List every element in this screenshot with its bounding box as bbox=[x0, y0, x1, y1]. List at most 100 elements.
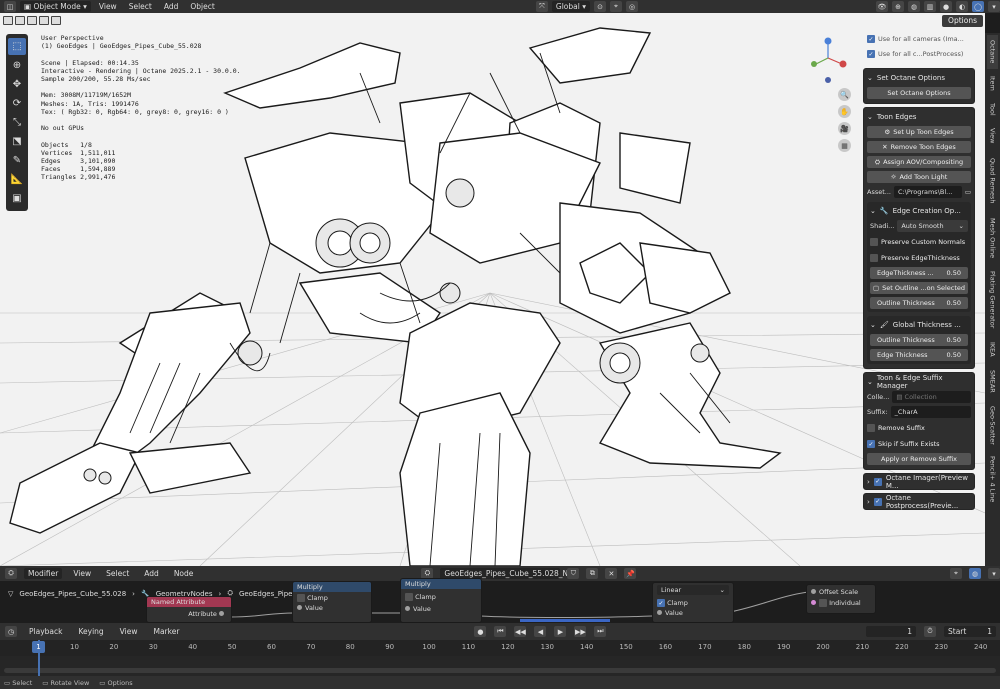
set-octane-options-button[interactable]: Set Octane Options bbox=[867, 87, 971, 99]
tab-octane[interactable]: Octane bbox=[987, 35, 998, 69]
outline-thickness-field[interactable]: Outline Thickness 0.50 bbox=[870, 297, 968, 309]
checkbox-icon[interactable] bbox=[870, 238, 878, 246]
node-editor-type-icon[interactable]: ⛭ bbox=[5, 568, 17, 579]
add-cube-tool-icon[interactable]: ▣ bbox=[8, 190, 26, 207]
annotate-tool-icon[interactable]: ✎ bbox=[8, 152, 26, 169]
tab-pencil-line[interactable]: Pencil+ 4 Line bbox=[987, 451, 998, 507]
use-all-postprocess-check[interactable]: ✓ Use for all c...PostProcess) bbox=[867, 48, 975, 60]
timeline-view-menu[interactable]: View bbox=[116, 626, 142, 637]
menu-view[interactable]: View bbox=[95, 1, 121, 12]
menu-add[interactable]: Add bbox=[160, 1, 183, 12]
node-menu-add[interactable]: Add bbox=[140, 568, 163, 579]
measure-tool-icon[interactable]: 📐 bbox=[8, 171, 26, 188]
suffix-field[interactable]: _CharA bbox=[890, 406, 971, 418]
skip-if-exists-check[interactable]: ✓ Skip if Suffix Exists bbox=[867, 438, 971, 450]
select-invert-icon[interactable] bbox=[39, 15, 49, 25]
select-intersect-icon[interactable] bbox=[51, 15, 61, 25]
checkbox-icon[interactable] bbox=[867, 424, 875, 432]
multiply-node-2[interactable]: Multiply Clamp Value bbox=[400, 578, 482, 623]
snap-node-icon[interactable]: ⌖ bbox=[950, 568, 962, 579]
shading-options-icon[interactable]: ▾ bbox=[988, 1, 1000, 12]
timeline-ruler[interactable]: 10 20 30 40 50 60 70 80 90 100 110 120 130 140 150 160 1… bbox=[0, 640, 1000, 656]
panel-header[interactable]: › ✓ Octane Postprocess(Previe... bbox=[867, 494, 971, 510]
play-reverse-icon[interactable]: ◀ bbox=[534, 626, 547, 637]
gizmo-z-icon[interactable] bbox=[824, 37, 832, 45]
menu-select[interactable]: Select bbox=[125, 1, 156, 12]
shading-dropdown[interactable]: Auto Smooth ⌄ bbox=[897, 220, 968, 232]
folder-icon[interactable]: ▭ bbox=[965, 188, 971, 196]
gizmo-toggle-icon[interactable]: ⊕ bbox=[892, 1, 904, 12]
socket-icon[interactable] bbox=[811, 600, 816, 605]
play-icon[interactable]: ▶ bbox=[554, 626, 567, 637]
camera-view-icon[interactable]: 🎥 bbox=[838, 122, 851, 135]
select-box-icon[interactable] bbox=[3, 15, 13, 25]
pin-icon[interactable]: 📌 bbox=[624, 568, 637, 579]
jump-keyframe-back-icon[interactable]: ◀◀ bbox=[514, 626, 527, 637]
overlay-icon[interactable]: ◍ bbox=[908, 1, 920, 12]
use-all-cameras-check[interactable]: ✓ Use for all cameras (Ima... bbox=[867, 33, 975, 45]
grid-toggle-icon[interactable]: ▦ bbox=[838, 139, 851, 152]
checkbox-icon[interactable] bbox=[297, 594, 305, 602]
tab-ikea[interactable]: IKEA bbox=[987, 337, 998, 361]
socket-icon[interactable] bbox=[657, 610, 662, 615]
orientation-dropdown[interactable]: Global ▾ bbox=[551, 1, 590, 12]
timeline-scrollbar[interactable] bbox=[4, 668, 996, 673]
socket-icon[interactable] bbox=[811, 589, 816, 594]
remove-suffix-check[interactable]: Remove Suffix bbox=[867, 422, 971, 434]
subpanel-header[interactable]: ⌄ 🔧 Edge Creation Op... bbox=[870, 204, 968, 217]
asset-path-field[interactable]: C:\Programs\Bl... bbox=[893, 186, 962, 198]
set-outline-button[interactable]: ▢ Set Outline ...on Selected bbox=[870, 282, 968, 294]
xray-icon[interactable]: ▥ bbox=[924, 1, 936, 12]
menu-object[interactable]: Object bbox=[186, 1, 218, 12]
timeline-track[interactable] bbox=[0, 656, 1000, 676]
fake-user-shield-icon[interactable]: ⛉ bbox=[567, 568, 580, 579]
timeline-editor-icon[interactable]: ◷ bbox=[5, 626, 17, 637]
modifier-dropdown[interactable]: Modifier bbox=[24, 568, 63, 579]
checkbox-icon[interactable] bbox=[405, 593, 413, 601]
global-edge-thickness-field[interactable]: Edge Thickness 0.50 bbox=[870, 349, 968, 361]
options-button[interactable]: Options bbox=[942, 15, 983, 27]
shading-solid-icon[interactable]: ● bbox=[940, 1, 952, 12]
remove-toon-edges-button[interactable]: ✕ Remove Toon Edges bbox=[867, 141, 971, 153]
checkbox-icon[interactable]: ✓ bbox=[657, 599, 665, 607]
navigation-gizmo[interactable] bbox=[808, 36, 848, 86]
checkbox-icon[interactable]: ✓ bbox=[873, 497, 882, 506]
collection-field[interactable]: ▤ Collection bbox=[892, 391, 971, 403]
socket-icon[interactable] bbox=[297, 605, 302, 610]
checkbox-icon[interactable] bbox=[870, 254, 878, 262]
panel-header[interactable]: ⌄ Set Octane Options bbox=[867, 71, 971, 84]
socket-icon[interactable] bbox=[219, 611, 224, 616]
start-frame-field[interactable]: Start 1 bbox=[944, 626, 996, 637]
tab-quad-remesh[interactable]: Quad Remesh bbox=[987, 151, 998, 211]
rotate-tool-icon[interactable]: ⟳ bbox=[8, 95, 26, 112]
visibility-icon[interactable]: 👁 bbox=[876, 1, 888, 12]
gizmo-neg-z-icon[interactable] bbox=[825, 77, 831, 83]
assign-aov-button[interactable]: ⛭ Assign AOV/Compositing bbox=[867, 156, 971, 168]
checkbox-icon[interactable]: ✓ bbox=[867, 35, 875, 43]
keying-menu[interactable]: Keying bbox=[74, 626, 107, 637]
tab-view[interactable]: View bbox=[987, 123, 998, 149]
cursor-tool-icon[interactable]: ⊕ bbox=[8, 57, 26, 74]
tab-tool[interactable]: Tool bbox=[987, 97, 998, 121]
jump-keyframe-forward-icon[interactable]: ▶▶ bbox=[574, 626, 587, 637]
record-icon[interactable]: ● bbox=[474, 626, 487, 637]
set-up-toon-edges-button[interactable]: ⚙ Set Up Toon Edges bbox=[867, 126, 971, 138]
gizmo-y-icon[interactable] bbox=[811, 61, 817, 67]
edge-thickness-field[interactable]: EdgeThickness ... 0.50 bbox=[870, 267, 968, 279]
node-menu-select[interactable]: Select bbox=[102, 568, 133, 579]
overlay-node-icon[interactable]: ◍ bbox=[969, 568, 981, 579]
tab-mesh-online[interactable]: Mesh Online bbox=[987, 213, 998, 263]
move-tool-icon[interactable]: ✥ bbox=[8, 76, 26, 93]
subpanel-header[interactable]: ⌄ 🖌 Global Thickness ... bbox=[870, 318, 968, 331]
stopwatch-icon[interactable]: ⏱ bbox=[924, 626, 936, 637]
editor-type-icon[interactable]: ◫ bbox=[4, 1, 16, 12]
preserve-normals-check[interactable]: Preserve Custom Normals bbox=[870, 236, 968, 248]
apply-remove-suffix-button[interactable]: Apply or Remove Suffix bbox=[867, 453, 971, 465]
tab-geo-scatter[interactable]: Geo-Scatter bbox=[987, 401, 998, 449]
checkbox-icon[interactable]: ✓ bbox=[873, 477, 882, 486]
panel-header[interactable]: ⌄ Toon Edges bbox=[867, 110, 971, 123]
snap-icon[interactable]: ⌖ bbox=[610, 1, 622, 12]
select-tool-icon[interactable]: ⬚ bbox=[8, 38, 26, 55]
jump-start-icon[interactable]: ⏮ bbox=[494, 626, 507, 637]
pivot-icon[interactable]: ⊙ bbox=[594, 1, 606, 12]
